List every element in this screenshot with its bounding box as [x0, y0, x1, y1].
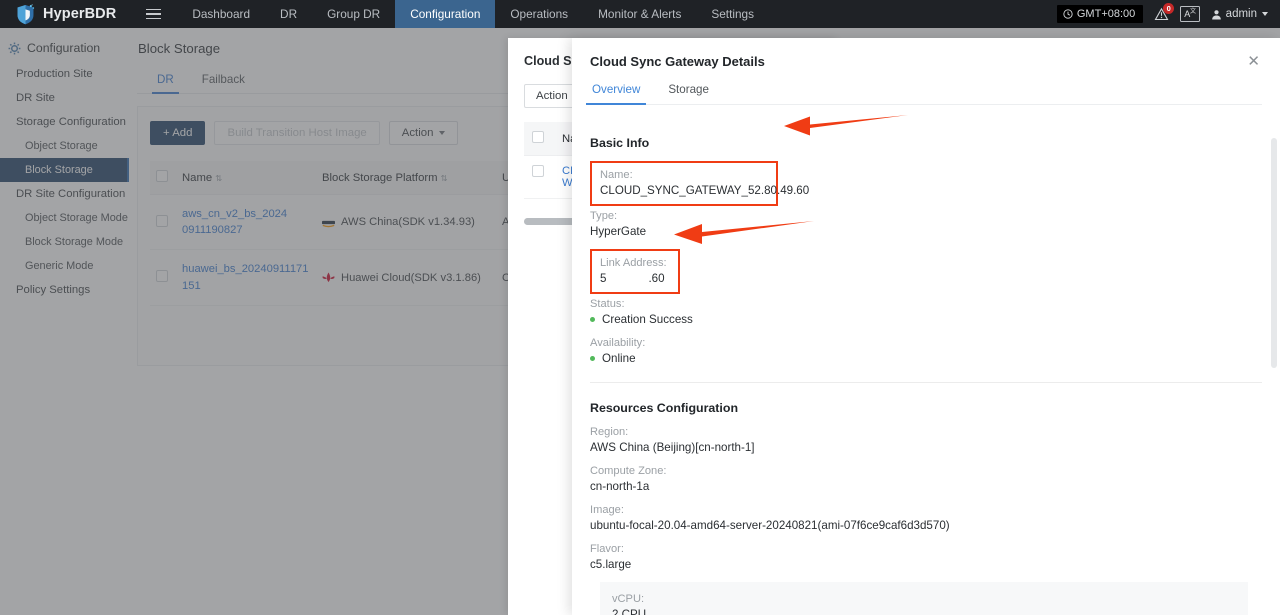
link-address-value: 5.60	[600, 272, 670, 285]
alerts-button[interactable]: 0	[1154, 2, 1175, 22]
nav-right-controls: GMT+08:00 0 A文 admin	[1056, 0, 1280, 28]
compute-zone-field: Compute Zone: cn-north-1a	[590, 465, 1262, 493]
tab-storage[interactable]: Storage	[666, 81, 711, 104]
vcpu-field: vCPU: 2 CPU	[612, 593, 1236, 615]
compute-zone-label: Compute Zone:	[590, 465, 667, 477]
type-label: Type:	[590, 210, 618, 222]
alert-count-badge: 0	[1163, 2, 1175, 14]
availability-badge-dot	[590, 356, 595, 361]
compute-zone-value: cn-north-1a	[590, 480, 650, 493]
select-all-header	[524, 122, 554, 156]
image-value: ubuntu-focal-20.04-amd64-server-20240821…	[590, 519, 950, 532]
drawer-header: Cloud Sync Gateway Details ✕	[572, 38, 1280, 69]
drawer-title: Cloud Sync Gateway Details	[590, 54, 765, 69]
checkbox-icon[interactable]	[532, 165, 544, 177]
name-field-highlight: Name: CLOUD_SYNC_GATEWAY_52.80.49.60	[590, 161, 810, 206]
type-value: HyperGate	[590, 225, 647, 238]
nav-item-monitor-alerts[interactable]: Monitor & Alerts	[583, 0, 696, 28]
action-label: Action	[536, 90, 568, 102]
user-avatar-icon	[1211, 9, 1221, 19]
region-value: AWS China (Beijing)[cn-north-1]	[590, 441, 755, 454]
flavor-field: Flavor: c5.large	[590, 543, 1262, 571]
cloud-sync-gateway-details-drawer: Cloud Sync Gateway Details ✕ Overview St…	[572, 38, 1280, 615]
user-name: admin	[1225, 8, 1257, 20]
drawer-body: Basic Info Name: CLOUD_SYNC_GATEWAY_52.8…	[572, 120, 1280, 615]
name-label: Name:	[600, 169, 633, 181]
shield-logo-icon	[17, 3, 35, 24]
link-address-label: Link Address:	[600, 257, 667, 269]
user-menu[interactable]: admin	[1211, 8, 1268, 20]
vcpu-label: vCPU:	[612, 593, 645, 605]
timezone-label: GMT+08:00	[1076, 8, 1136, 20]
link-address-field-highlight: Link Address: 5.60	[590, 249, 680, 294]
basic-info-heading: Basic Info	[590, 136, 650, 150]
image-field: Image: ubuntu-focal-20.04-amd64-server-2…	[590, 504, 1262, 532]
top-navigation-bar: HyperBDR Dashboard DR Group DR Configura…	[0, 0, 1280, 28]
brand-name: HyperBDR	[43, 6, 117, 22]
status-label: Status:	[590, 298, 625, 310]
redacted-mask	[606, 272, 649, 283]
chevron-down-icon	[1262, 12, 1268, 16]
nav-item-operations[interactable]: Operations	[495, 0, 583, 28]
nav-item-settings[interactable]: Settings	[696, 0, 769, 28]
brand[interactable]: HyperBDR	[0, 0, 130, 28]
region-label: Region:	[590, 426, 629, 438]
hamburger-menu-icon[interactable]	[130, 0, 177, 28]
vertical-scrollbar[interactable]	[1271, 138, 1277, 368]
link-suffix: .60	[648, 272, 665, 285]
nav-item-dashboard[interactable]: Dashboard	[177, 0, 265, 28]
availability-label: Availability:	[590, 337, 646, 349]
vcpu-value: 2 CPU	[612, 608, 647, 615]
status-value: Creation Success	[602, 313, 693, 326]
status-badge-dot	[590, 317, 595, 322]
region-field: Region: AWS China (Beijing)[cn-north-1]	[590, 426, 1262, 454]
availability-field: Availability: Online	[590, 337, 1262, 365]
nav-item-group-dr[interactable]: Group DR	[312, 0, 395, 28]
close-icon[interactable]: ✕	[1245, 54, 1262, 69]
flavor-specs-card: vCPU: 2 CPU RAM:	[600, 582, 1248, 615]
flavor-value: c5.large	[590, 558, 632, 571]
name-value: CLOUD_SYNC_GATEWAY_52.80.49.60	[600, 184, 810, 197]
nav-item-configuration[interactable]: Configuration	[395, 0, 496, 28]
row-checkbox-cell	[524, 155, 554, 199]
timezone-chip[interactable]: GMT+08:00	[1056, 5, 1144, 23]
flavor-label: Flavor:	[590, 543, 624, 555]
status-value-row: Creation Success	[590, 313, 1262, 326]
resources-configuration-heading: Resources Configuration	[590, 401, 739, 415]
language-A-icon[interactable]: A文	[1180, 5, 1200, 23]
section-divider	[590, 382, 1262, 383]
primary-nav: Dashboard DR Group DR Configuration Oper…	[177, 0, 769, 28]
nav-item-dr[interactable]: DR	[265, 0, 312, 28]
checkbox-icon[interactable]	[532, 131, 544, 143]
availability-value-row: Online	[590, 352, 1262, 365]
clock-icon	[1063, 9, 1073, 19]
status-field: Status: Creation Success	[590, 298, 1262, 326]
tab-overview[interactable]: Overview	[585, 81, 647, 105]
type-field: Type: HyperGate	[590, 210, 1262, 238]
drawer-tabs: Overview Storage	[585, 81, 1262, 105]
image-label: Image:	[590, 504, 624, 516]
availability-value: Online	[602, 352, 636, 365]
